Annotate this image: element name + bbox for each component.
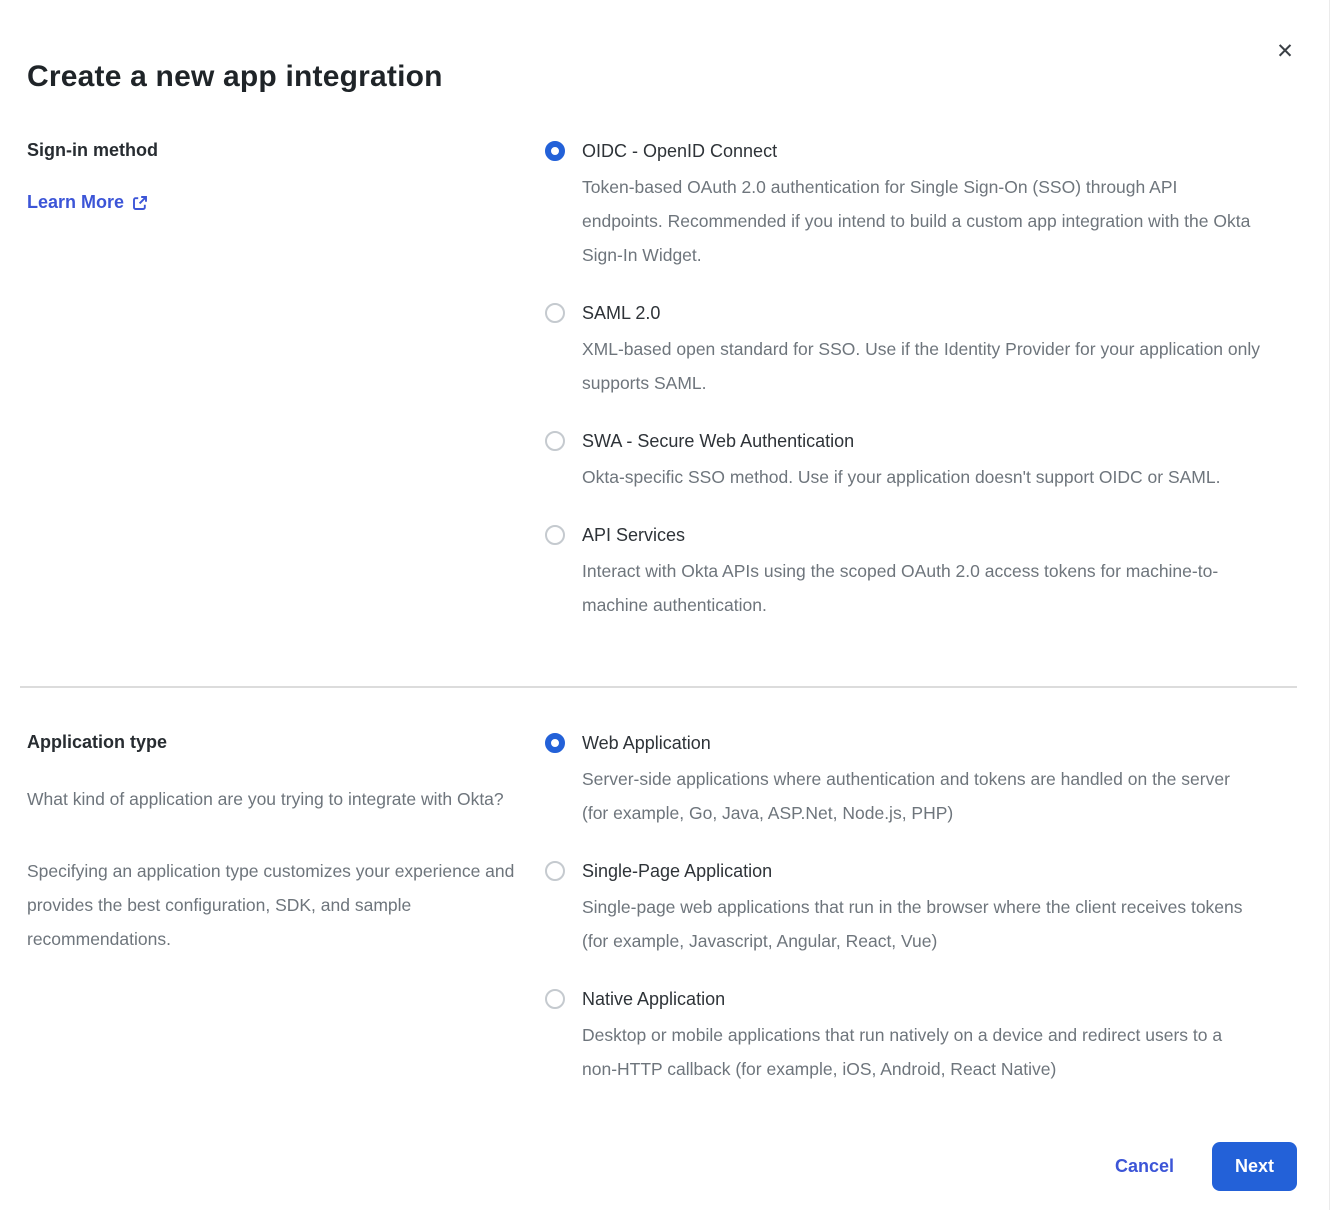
application-type-note: Specifying an application type customize… <box>27 854 525 956</box>
radio-option-body: SAML 2.0 XML-based open standard for SSO… <box>582 302 1260 400</box>
radio-option-description: XML-based open standard for SSO. Use if … <box>582 332 1260 400</box>
application-type-label: Application type <box>27 732 525 753</box>
sign-in-method-options: OIDC - OpenID Connect Token-based OAuth … <box>545 140 1260 622</box>
sign-in-method-label: Sign-in method <box>27 140 525 161</box>
signin-option[interactable]: API Services Interact with Okta APIs usi… <box>545 524 1260 622</box>
radio-option-description: Token-based OAuth 2.0 authentication for… <box>582 170 1260 272</box>
radio-option-description: Single-page web applications that run in… <box>582 890 1260 958</box>
radio-option-label[interactable]: API Services <box>582 524 1260 546</box>
create-app-integration-dialog: ✕ Create a new app integration Sign-in m… <box>0 0 1332 1191</box>
radio-option-label[interactable]: Native Application <box>582 988 1260 1010</box>
close-icon[interactable]: ✕ <box>1272 38 1298 64</box>
radio-unselected-icon[interactable] <box>545 861 565 881</box>
radio-selected-icon[interactable] <box>545 733 565 753</box>
radio-selected-icon[interactable] <box>545 141 565 161</box>
sign-in-method-section: Sign-in method Learn More OIDC - OpenID … <box>27 140 1297 622</box>
radio-option-description: Okta-specific SSO method. Use if your ap… <box>582 460 1220 494</box>
radio-option-body: Single-Page Application Single-page web … <box>582 860 1260 958</box>
radio-option-label[interactable]: Web Application <box>582 732 1260 754</box>
radio-option-body: OIDC - OpenID Connect Token-based OAuth … <box>582 140 1260 272</box>
signin-option[interactable]: SWA - Secure Web Authentication Okta-spe… <box>545 430 1260 494</box>
radio-unselected-icon[interactable] <box>545 303 565 323</box>
radio-option-description: Server-side applications where authentic… <box>582 762 1260 830</box>
signin-option[interactable]: SAML 2.0 XML-based open standard for SSO… <box>545 302 1260 400</box>
application-type-section: Application type What kind of applicatio… <box>27 732 1297 1086</box>
application-type-intro: What kind of application are you trying … <box>27 782 525 816</box>
radio-option-body: Web Application Server-side applications… <box>582 732 1260 830</box>
next-button[interactable]: Next <box>1212 1142 1297 1191</box>
radio-option-label[interactable]: SAML 2.0 <box>582 302 1260 324</box>
radio-unselected-icon[interactable] <box>545 431 565 451</box>
radio-option-body: API Services Interact with Okta APIs usi… <box>582 524 1260 622</box>
radio-option-body: Native Application Desktop or mobile app… <box>582 988 1260 1086</box>
learn-more-label: Learn More <box>27 192 124 213</box>
section-divider <box>20 686 1297 688</box>
external-link-icon <box>132 195 148 211</box>
apptype-option[interactable]: Native Application Desktop or mobile app… <box>545 988 1260 1086</box>
radio-unselected-icon[interactable] <box>545 989 565 1009</box>
apptype-option[interactable]: Single-Page Application Single-page web … <box>545 860 1260 958</box>
radio-option-label[interactable]: SWA - Secure Web Authentication <box>582 430 1220 452</box>
dialog-footer: Cancel Next <box>27 1142 1297 1191</box>
application-type-options: Web Application Server-side applications… <box>545 732 1260 1086</box>
cancel-button[interactable]: Cancel <box>1115 1156 1174 1177</box>
radio-option-label[interactable]: Single-Page Application <box>582 860 1260 882</box>
radio-option-description: Desktop or mobile applications that run … <box>582 1018 1260 1086</box>
radio-option-description: Interact with Okta APIs using the scoped… <box>582 554 1260 622</box>
learn-more-link[interactable]: Learn More <box>27 192 148 213</box>
dialog-title: Create a new app integration <box>27 0 1297 94</box>
signin-option[interactable]: OIDC - OpenID Connect Token-based OAuth … <box>545 140 1260 272</box>
radio-option-label[interactable]: OIDC - OpenID Connect <box>582 140 1260 162</box>
radio-option-body: SWA - Secure Web Authentication Okta-spe… <box>582 430 1220 494</box>
apptype-option[interactable]: Web Application Server-side applications… <box>545 732 1260 830</box>
radio-unselected-icon[interactable] <box>545 525 565 545</box>
